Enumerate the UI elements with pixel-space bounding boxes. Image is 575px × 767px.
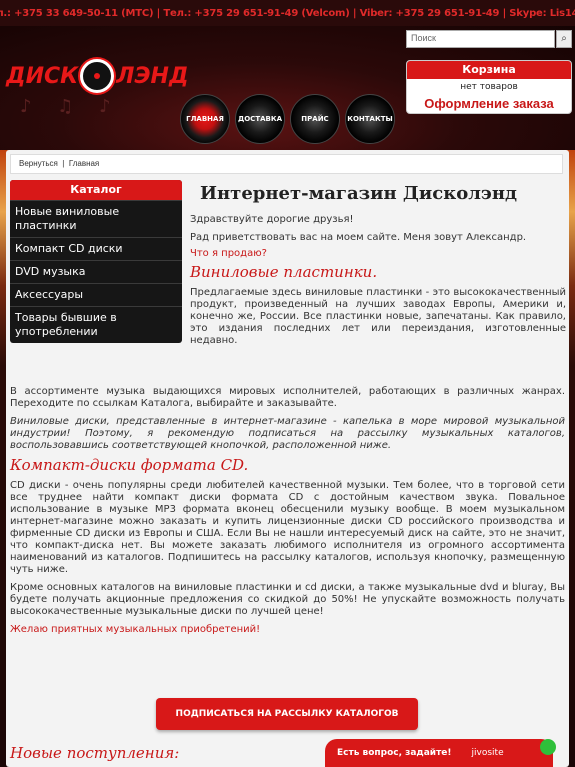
vinyl-paragraph: Предлагаемые здесь виниловые пластинки -… bbox=[190, 287, 566, 346]
logo-text-left: ДИСК bbox=[6, 63, 79, 89]
main-content: Интернет-магазин Дисколэнд Здравствуйте … bbox=[190, 180, 566, 347]
nav-home-label: ГЛАВНАЯ bbox=[186, 115, 224, 123]
intro-text: Рад приветствовать вас на моем сайте. Ме… bbox=[190, 232, 527, 243]
catalog-title: Каталог bbox=[10, 180, 182, 200]
breadcrumb-separator: | bbox=[62, 159, 65, 168]
contacts-text: Тел.: +375 33 649-50-11 (МТС) | Тел.: +3… bbox=[0, 7, 575, 19]
live-chat-widget[interactable]: Есть вопрос, задайте! jivosite bbox=[325, 739, 553, 767]
content-panel: Вернуться | Главная Каталог Новые винило… bbox=[6, 150, 569, 767]
vinyl-subscribe-text: Виниловые диски, представленные в интерн… bbox=[10, 416, 565, 451]
checkout-link[interactable]: Оформление заказа bbox=[407, 95, 571, 113]
vinyl-disc-icon bbox=[80, 59, 115, 93]
vinyl-heading: Виниловые пластинки. bbox=[190, 263, 378, 281]
site-header: ДИСК ЛЭНД ♪ ♫ ♪ Поиск ⌕ Корзина нет това… bbox=[0, 26, 575, 150]
catalog-item-accessories[interactable]: Аксессуары bbox=[10, 283, 182, 306]
cart-status: нет товаров bbox=[460, 82, 518, 92]
subscribe-button[interactable]: ПОДПИСАТЬСЯ НА РАССЫЛКУ КАТАЛОГОВ bbox=[156, 698, 418, 730]
page-title: Интернет-магазин Дисколэнд bbox=[200, 183, 518, 204]
catalog-sidebar: Каталог Новые виниловые пластинки Компак… bbox=[10, 180, 182, 343]
chat-status-icon bbox=[540, 739, 556, 755]
chat-brand: jivosite bbox=[471, 748, 504, 758]
nav-contacts-label: КОНТАКТЫ bbox=[347, 115, 393, 123]
greeting-text: Здравствуйте дорогие друзья! bbox=[190, 214, 354, 225]
catalog-item-used[interactable]: Товары бывшие в употреблении bbox=[10, 306, 182, 343]
new-arrivals-heading: Новые поступления: bbox=[10, 744, 180, 762]
main-nav: ГЛАВНАЯ ДОСТАВКА ПРАЙС КОНТАКТЫ bbox=[180, 94, 395, 144]
nav-price-label: ПРАЙС bbox=[301, 115, 329, 123]
cd-offers-text: Кроме основных каталогов на виниловые пл… bbox=[10, 582, 565, 617]
site-logo[interactable]: ДИСК ЛЭНД bbox=[6, 59, 189, 93]
breadcrumb: Вернуться | Главная bbox=[10, 154, 563, 174]
catalog-item-cd[interactable]: Компакт CD диски bbox=[10, 237, 182, 260]
cd-paragraph: CD диски - очень популярны среди любител… bbox=[10, 480, 565, 575]
nav-delivery[interactable]: ДОСТАВКА bbox=[235, 94, 285, 144]
nav-price[interactable]: ПРАЙС bbox=[290, 94, 340, 144]
wish-text: Желаю приятных музыкальных приобретений! bbox=[10, 624, 261, 635]
search-icon[interactable]: ⌕ bbox=[556, 30, 572, 48]
cart-title[interactable]: Корзина bbox=[407, 61, 571, 79]
chat-prompt: Есть вопрос, задайте! bbox=[337, 748, 452, 758]
nav-contacts[interactable]: КОНТАКТЫ bbox=[345, 94, 395, 144]
music-notes-decoration: ♪ ♫ ♪ bbox=[20, 96, 121, 117]
nav-delivery-label: ДОСТАВКА bbox=[238, 115, 282, 123]
cd-heading: Компакт-диски формата CD. bbox=[10, 456, 249, 474]
what-i-sell-link[interactable]: Что я продаю? bbox=[190, 248, 566, 259]
breadcrumb-back[interactable]: Вернуться bbox=[19, 159, 58, 168]
breadcrumb-current[interactable]: Главная bbox=[69, 159, 99, 168]
logo-text-right: ЛЭНД bbox=[116, 63, 189, 89]
full-width-text: В ассортименте музыка выдающихся мировых… bbox=[10, 386, 565, 635]
nav-home[interactable]: ГЛАВНАЯ bbox=[180, 94, 230, 144]
catalog-item-vinyl[interactable]: Новые виниловые пластинки bbox=[10, 200, 182, 237]
contacts-bar: Тел.: +375 33 649-50-11 (МТС) | Тел.: +3… bbox=[0, 0, 575, 26]
cart-widget: Корзина нет товаров Оформление заказа bbox=[406, 60, 572, 114]
catalog-item-dvd[interactable]: DVD музыка bbox=[10, 260, 182, 283]
search-input[interactable]: Поиск bbox=[406, 30, 555, 48]
vinyl-assortment-text: В ассортименте музыка выдающихся мировых… bbox=[10, 386, 565, 409]
